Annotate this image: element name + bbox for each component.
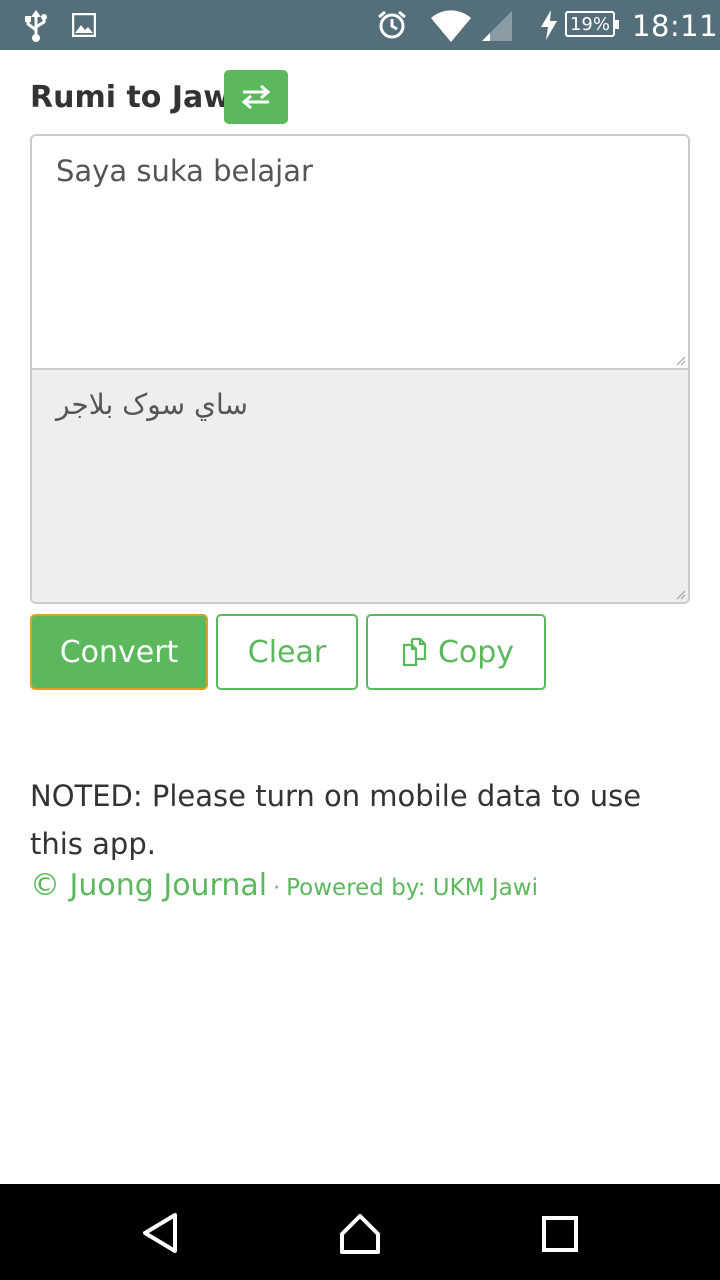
rumi-input[interactable]: Saya suka belajar xyxy=(30,134,690,370)
convert-button[interactable]: Convert xyxy=(30,614,208,690)
resize-grip-icon[interactable] xyxy=(676,590,686,600)
jawi-output[interactable]: ساي سوک بلاجر xyxy=(30,368,690,604)
battery-level: 19% xyxy=(569,13,610,35)
image-icon xyxy=(72,13,96,37)
footer: © Juong Journal · Powered by: UKM Jawi xyxy=(30,868,538,903)
jawi-output-text: ساي سوک بلاجر xyxy=(56,388,248,421)
home-icon[interactable] xyxy=(338,1212,382,1256)
usb-icon xyxy=(25,10,47,42)
clock: 18:11 xyxy=(632,9,719,43)
clear-button[interactable]: Clear xyxy=(216,614,358,690)
swap-arrows-icon xyxy=(241,84,271,110)
status-bar: 19% 18:11 xyxy=(0,0,720,50)
footer-separator: · xyxy=(273,876,281,901)
recents-icon[interactable] xyxy=(542,1216,578,1252)
battery-icon: 19% xyxy=(565,11,619,37)
copy-icon xyxy=(402,637,427,667)
rumi-input-text: Saya suka belajar xyxy=(56,154,313,188)
navigation-bar xyxy=(0,1184,720,1280)
swap-direction-button[interactable] xyxy=(224,70,288,124)
mobile-data-note: NOTED: Please turn on mobile data to use… xyxy=(30,779,642,861)
page-title: Rumi to Jawi xyxy=(30,80,242,115)
wifi-icon xyxy=(431,10,471,43)
resize-grip-icon[interactable] xyxy=(676,356,686,366)
copy-button-label: Copy xyxy=(437,634,515,670)
convert-button-label: Convert xyxy=(59,634,179,670)
cell-signal-icon xyxy=(482,11,512,41)
alarm-icon xyxy=(378,10,406,39)
charging-icon xyxy=(541,10,557,40)
copy-button[interactable]: Copy xyxy=(366,614,546,690)
powered-by-link[interactable]: Powered by: UKM Jawi xyxy=(286,875,538,901)
clear-button-label: Clear xyxy=(247,634,327,670)
back-icon[interactable] xyxy=(140,1212,180,1254)
copyright-link[interactable]: © Juong Journal xyxy=(30,868,267,903)
